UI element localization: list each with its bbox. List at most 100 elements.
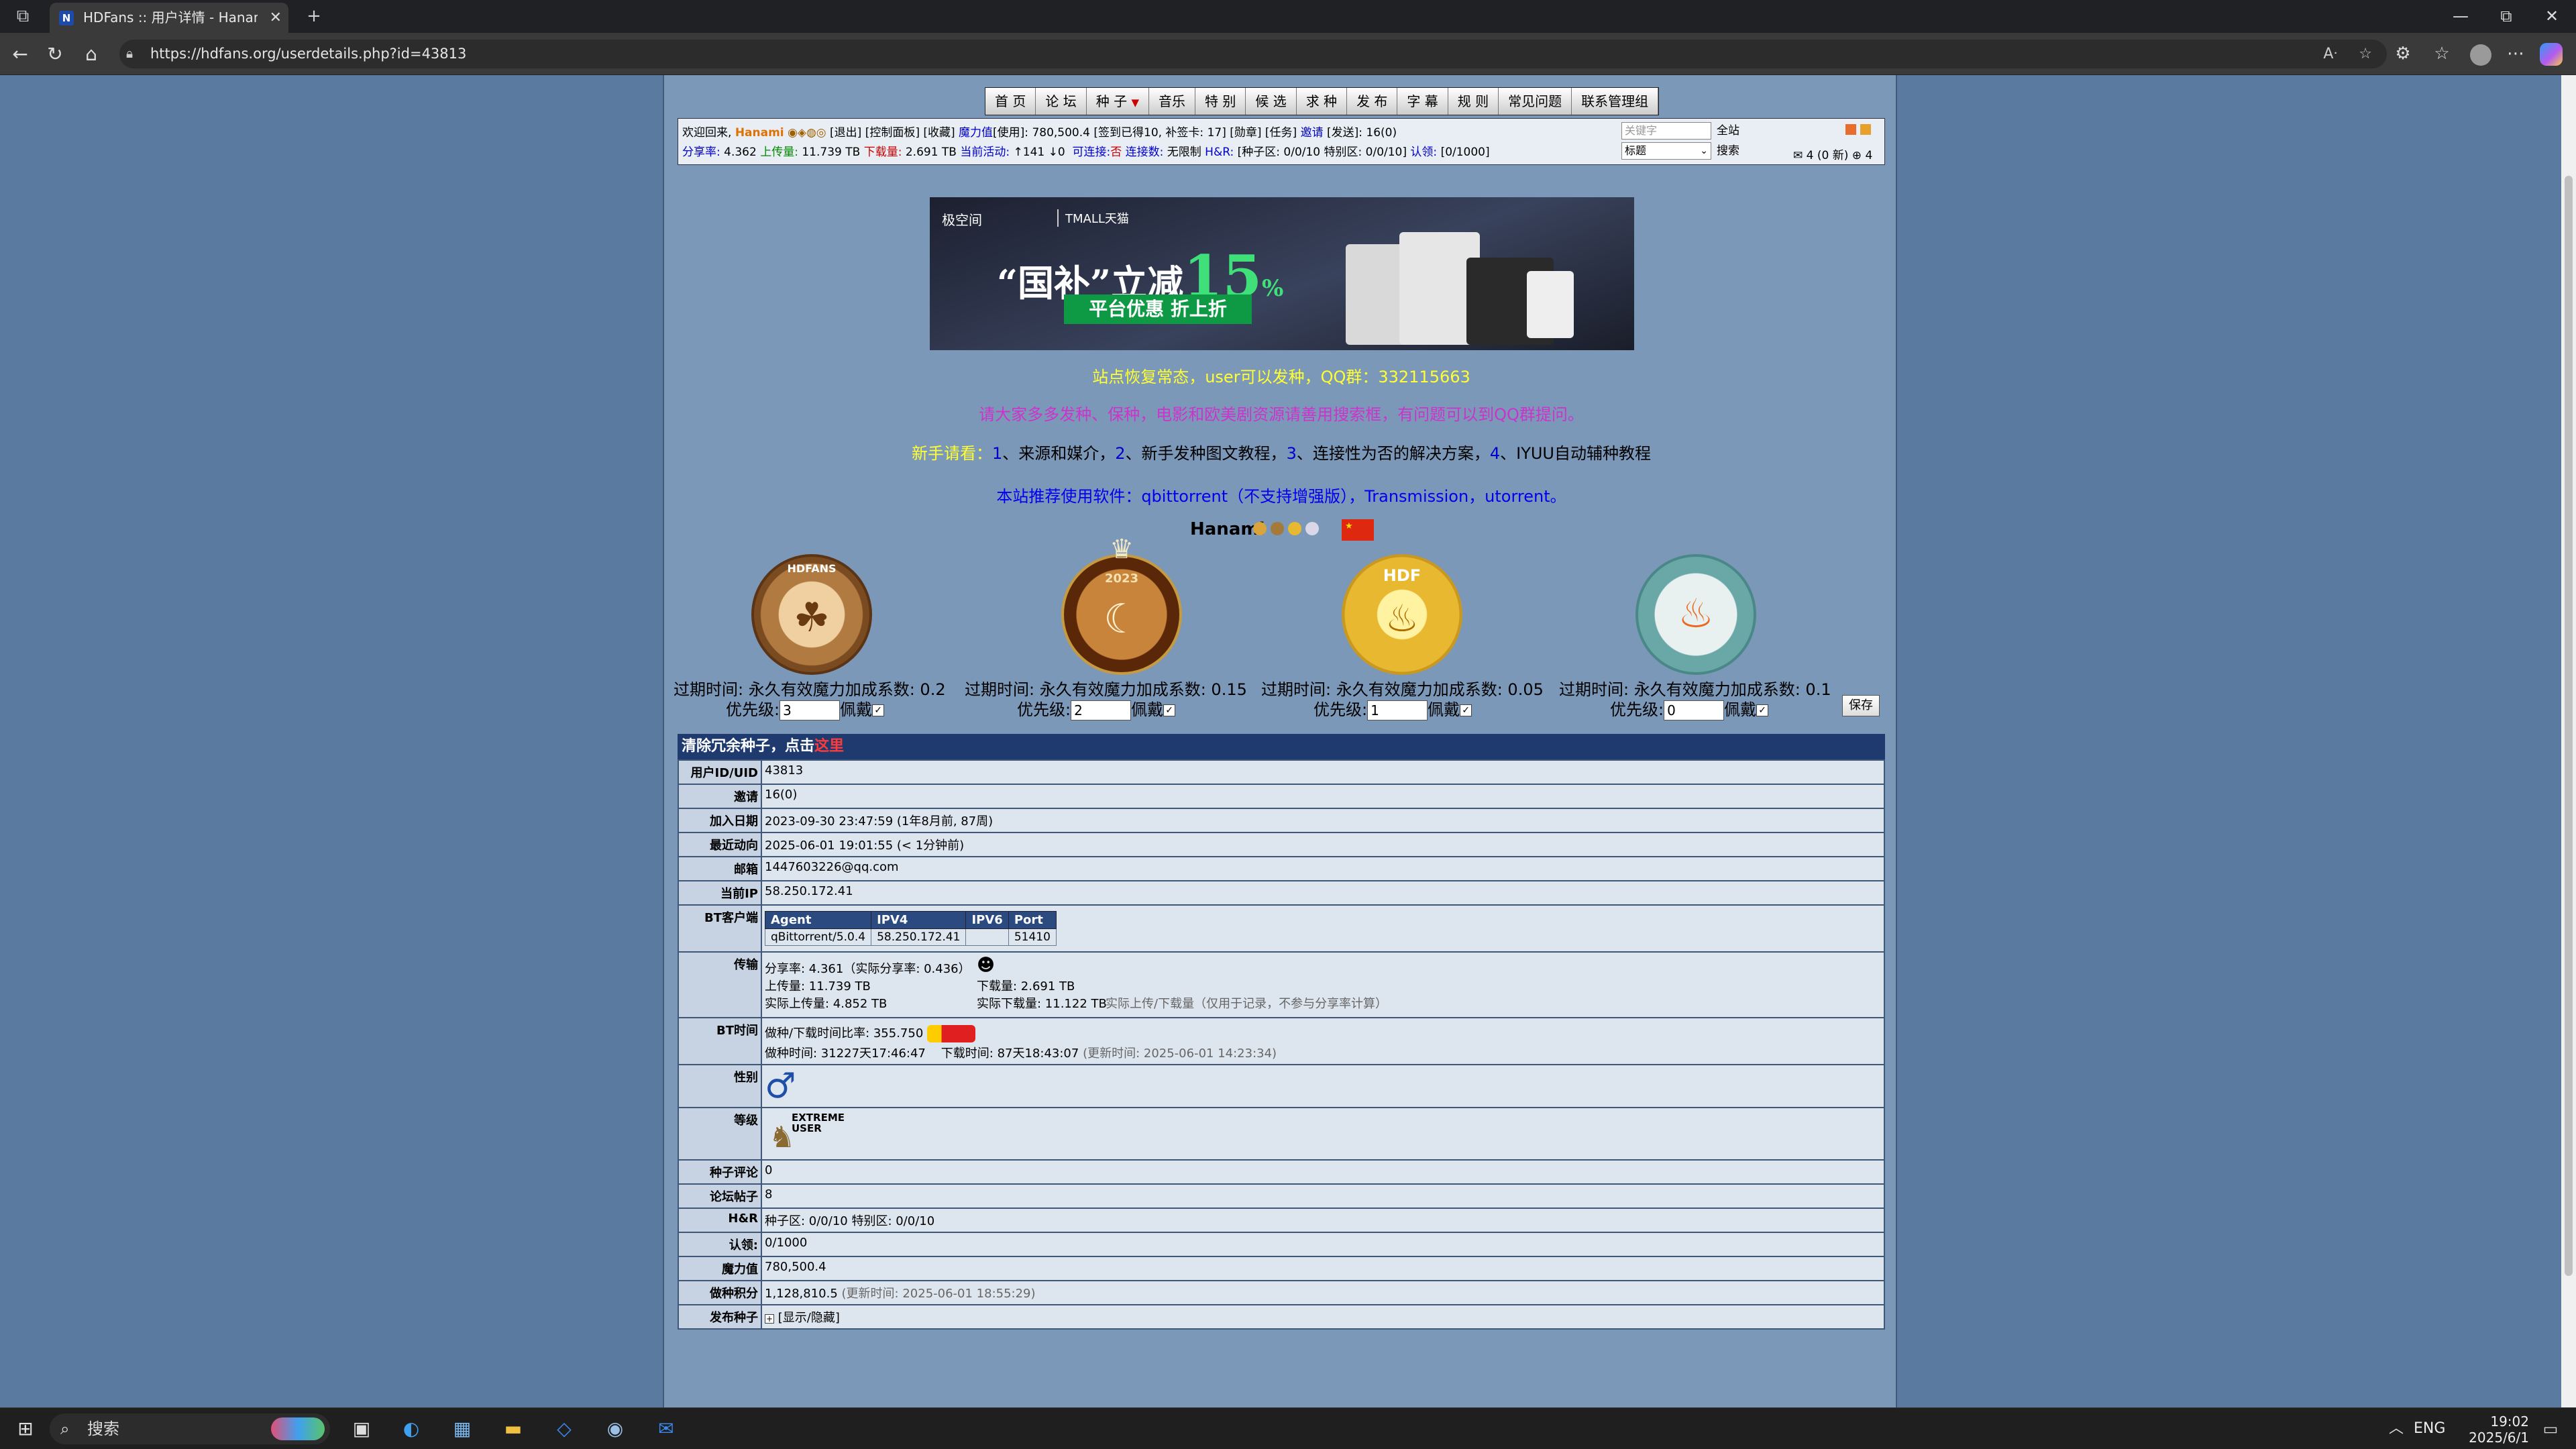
messages[interactable]: ✉ 4 (0 新) ⊕ 4 bbox=[1793, 146, 1872, 162]
nav-upload[interactable]: 发 布 bbox=[1347, 88, 1398, 115]
priority-input[interactable]: 2 bbox=[1071, 700, 1132, 720]
url-text[interactable]: https://hdfans.org/userdetails.php?id=43… bbox=[150, 40, 466, 68]
nav-rules[interactable]: 规 则 bbox=[1448, 88, 1499, 115]
profile-icon[interactable] bbox=[2470, 44, 2491, 66]
nav-candidates[interactable]: 候 选 bbox=[1246, 88, 1297, 115]
user-badges bbox=[1253, 522, 1319, 535]
nav-forum[interactable]: 论 坛 bbox=[1036, 88, 1087, 115]
close-window-icon[interactable]: ✕ bbox=[2532, 0, 2572, 33]
table-row: 认领: 0/1000 bbox=[678, 1232, 1885, 1257]
row-key: 性别 bbox=[678, 1064, 762, 1108]
row-value: 2023-09-30 23:47:59 (1年8月前, 87周) bbox=[761, 808, 1885, 833]
collections-icon[interactable]: ☆ bbox=[2426, 33, 2458, 75]
more-icon[interactable]: ⋯ bbox=[2500, 33, 2532, 75]
transfer-upload: 上传量: 11.739 TB bbox=[765, 979, 871, 994]
taskbar: ⊞ ⌕ 搜索 ▣ ◐ ▦ ▬ ◇ ◉ ✉ ︿ ENG 19:02 2025/6/1… bbox=[0, 1407, 2576, 1449]
table-row: 最近动向 2025-06-01 19:01:55 (< 1分钟前) bbox=[678, 832, 1885, 857]
guide-link-4[interactable]: 4 bbox=[1490, 444, 1500, 463]
priority-input[interactable]: 0 bbox=[1664, 700, 1725, 720]
guide-link-1[interactable]: 1 bbox=[992, 444, 1002, 463]
fire-icon: ♨ bbox=[1678, 590, 1714, 637]
table-row: 邮箱 1447603226@qq.com bbox=[678, 856, 1885, 881]
priority-input[interactable]: 1 bbox=[1367, 700, 1428, 720]
table-row: BT时间 做种/下载时间比率: 355.750 做种时间: 31227天17:4… bbox=[678, 1017, 1885, 1065]
guide-link-3[interactable]: 3 bbox=[1287, 444, 1297, 463]
close-tab-icon[interactable]: ✕ bbox=[270, 3, 282, 33]
nav-home[interactable]: 首 页 bbox=[985, 88, 1036, 115]
save-button[interactable]: 保存 bbox=[1842, 695, 1880, 716]
nas-device-image bbox=[1527, 271, 1574, 338]
priority-input[interactable]: 3 bbox=[780, 700, 841, 720]
nav-requests[interactable]: 求 种 bbox=[1296, 88, 1348, 115]
row-key: 用户ID/UID bbox=[678, 759, 762, 785]
nav-special[interactable]: 特 别 bbox=[1195, 88, 1246, 115]
wear-checkbox[interactable]: ✓ bbox=[872, 704, 885, 716]
username-link[interactable]: Hanami bbox=[735, 126, 784, 140]
nav-subtitles[interactable]: 字 幕 bbox=[1397, 88, 1448, 115]
page-scrollbar[interactable] bbox=[2561, 75, 2576, 1407]
messages-count: 4 (0 新) bbox=[1806, 149, 1849, 162]
notification-icon[interactable]: ▭ bbox=[2536, 1408, 2565, 1449]
info-line-2: 分享率: 4.362 上传量: 11.739 TB 下载量: 2.691 TB … bbox=[682, 142, 1490, 159]
copilot-icon[interactable] bbox=[2540, 43, 2563, 66]
minimize-icon[interactable]: — bbox=[2440, 0, 2481, 33]
search-input[interactable]: 关键字 bbox=[1621, 122, 1711, 140]
rss-feed-icon[interactable] bbox=[1860, 124, 1871, 135]
address-bar[interactable]: 🔒︎ https://hdfans.org/userdetails.php?id… bbox=[119, 40, 2387, 68]
crown-icon: ♛ bbox=[1110, 534, 1134, 565]
search-button[interactable]: 搜索 bbox=[1717, 142, 1739, 160]
read-aloud-icon[interactable]: Aᐧ bbox=[2323, 40, 2337, 68]
toggle-published-link[interactable]: [显示/隐藏] bbox=[778, 1311, 840, 1325]
guide-text-2: 、新手发种图文教程， bbox=[1125, 444, 1287, 463]
back-icon[interactable]: ← bbox=[4, 33, 36, 75]
clock[interactable]: 19:02 2025/6/1 bbox=[2449, 1413, 2529, 1446]
vscode-icon[interactable]: ◇ bbox=[546, 1408, 582, 1449]
tab-actions-icon[interactable]: ⧉ bbox=[9, 0, 36, 33]
nav-faq[interactable]: 常见问题 bbox=[1499, 88, 1572, 115]
chevron-up-icon[interactable]: ︿ bbox=[2383, 1408, 2410, 1449]
new-tab-icon[interactable]: + bbox=[301, 0, 327, 33]
lock-icon[interactable]: 🔒︎ bbox=[126, 40, 133, 68]
nav-contact[interactable]: 联系管理组 bbox=[1572, 88, 1659, 115]
extensions-icon[interactable]: ⚙ bbox=[2387, 33, 2419, 75]
search-all-button[interactable]: 全站 bbox=[1717, 122, 1739, 140]
task-view-icon[interactable]: ▣ bbox=[343, 1408, 380, 1449]
hr-link[interactable]: H&R: bbox=[1205, 146, 1234, 159]
steam-icon[interactable]: ◉ bbox=[597, 1408, 633, 1449]
store-icon[interactable]: ▦ bbox=[444, 1408, 480, 1449]
magic-link[interactable]: 魔力值 bbox=[959, 126, 993, 140]
guide-link-2[interactable]: 2 bbox=[1115, 444, 1125, 463]
refresh-icon[interactable]: ↻ bbox=[39, 33, 71, 75]
mail-app-icon[interactable]: ✉ bbox=[648, 1408, 684, 1449]
rss-icon[interactable] bbox=[1845, 124, 1856, 135]
banner-brand: 极空间 bbox=[942, 212, 982, 228]
edge-icon[interactable]: ◐ bbox=[393, 1408, 429, 1449]
row-key: 魔力值 bbox=[678, 1256, 762, 1281]
banner-ad[interactable]: 极空间 TMALL天猫 “国补”立减15% 平台优惠 折上折 bbox=[930, 197, 1634, 350]
browser-tab[interactable]: N HDFans :: 用户详情 - Hanami - Po ✕ bbox=[50, 3, 288, 33]
row-value: 0 bbox=[761, 1159, 1885, 1185]
start-icon[interactable]: ⊞ bbox=[9, 1408, 42, 1449]
home-icon[interactable]: ⌂ bbox=[75, 33, 107, 75]
invite-link[interactable]: 邀请 bbox=[1301, 126, 1324, 140]
search-type-select[interactable]: 标题 ⌄ bbox=[1621, 142, 1711, 160]
wear-checkbox[interactable]: ✓ bbox=[1460, 704, 1472, 716]
bt-seed-time: 做种时间: 31227天17:46:47 bbox=[765, 1046, 926, 1061]
expand-icon[interactable]: + bbox=[765, 1314, 774, 1324]
upload-value: 11.739 TB bbox=[802, 146, 861, 159]
favorite-icon[interactable]: ☆ bbox=[2359, 40, 2372, 68]
auth-link[interactable]: 认领: bbox=[1410, 146, 1437, 159]
clear-bar-link[interactable]: 这里 bbox=[814, 738, 844, 755]
wear-checkbox[interactable]: ✓ bbox=[1756, 704, 1769, 716]
scrollbar-thumb[interactable] bbox=[2565, 176, 2573, 1276]
language-indicator[interactable]: ENG bbox=[2414, 1408, 2445, 1449]
file-explorer-icon[interactable]: ▬ bbox=[495, 1408, 531, 1449]
wear-checkbox[interactable]: ✓ bbox=[1163, 704, 1176, 716]
nav-music[interactable]: 音乐 bbox=[1148, 88, 1195, 115]
email-value[interactable]: 1447603226@qq.com bbox=[761, 856, 1885, 881]
restore-icon[interactable]: ⧉ bbox=[2486, 0, 2526, 33]
bt-header: Port bbox=[1008, 911, 1057, 929]
taskbar-search[interactable]: ⌕ 搜索 bbox=[50, 1413, 330, 1444]
nav-torrents[interactable]: 种 子 ▼ bbox=[1086, 88, 1149, 115]
account-links[interactable]: [退出] [控制面板] [收藏] bbox=[830, 126, 955, 140]
